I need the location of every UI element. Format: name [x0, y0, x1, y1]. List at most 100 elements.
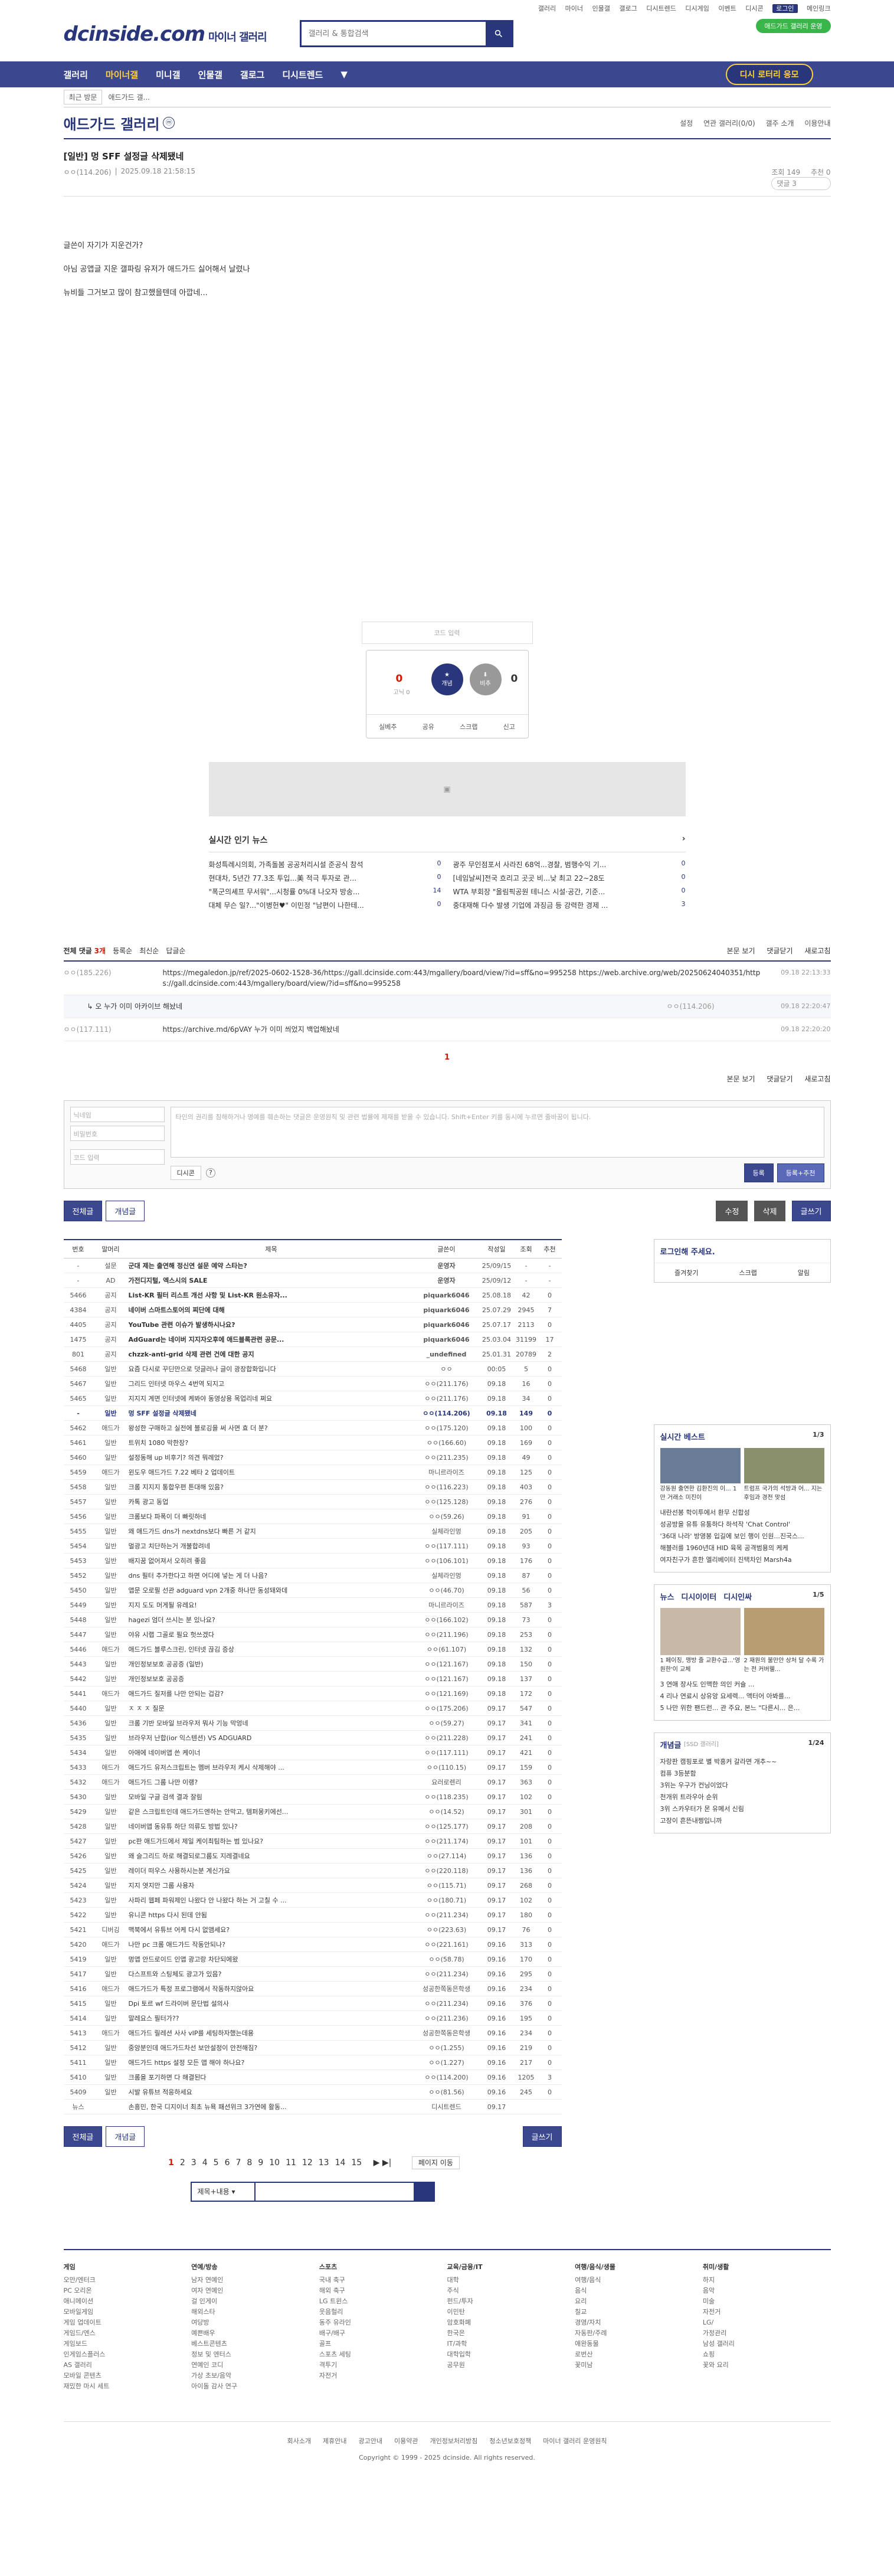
table-row[interactable]: 5447 일반 야유 시랩 그골로 필요 헛쓰겠다 ㅇㅇ(211.196) 09.18 2…	[63, 1627, 562, 1642]
cell-writer[interactable]: piquark6046	[414, 1302, 479, 1318]
view-body-link[interactable]: 본문 보기	[727, 1075, 755, 1083]
table-row[interactable]: - 일반 멍 SFF 설정글 삭제됐네 ㅇㅇ(114.206) 09.18 149 0	[63, 1405, 562, 1421]
footer-bottom-link[interactable]: 개인정보처리방침	[430, 2437, 477, 2445]
footer-link[interactable]: 요리	[575, 2296, 703, 2307]
table-row[interactable]: 5454 일반 멀광고 치단하는거 개불합려네 ㅇㅇ(117.111) 09.18 93 0	[63, 1538, 562, 1554]
footer-link[interactable]: 쇼핑	[703, 2349, 831, 2360]
cell-subject[interactable]: 크롬 기반 모바일 브라우저 뭐사 기능 막엉네	[128, 1715, 414, 1731]
footer-link[interactable]: 게임드/엔스	[64, 2328, 192, 2339]
concept-posts-button[interactable]: 개념글	[106, 1201, 145, 1221]
table-row[interactable]: 1475 공지 AdGuard는 네이버 지지자오후에 애드블록관련 공문... pi…	[63, 1332, 562, 1347]
cell-subject[interactable]: 크롬 지지지 통합우편 튼대해 있음?	[128, 1479, 414, 1495]
toplink[interactable]: 갤로그	[619, 5, 637, 12]
cell-writer[interactable]: ㅇㅇ(220.118)	[414, 1863, 479, 1878]
table-row[interactable]: 801 공지 chzzk-anti-grid 삭제 관련 건에 대한 공지 _unde…	[63, 1346, 562, 1362]
cell-writer[interactable]: 마니르라이즈	[414, 1597, 479, 1613]
cell-subject[interactable]: 군대 제는 출연해 정신연 설문 예약 스타는?	[128, 1258, 414, 1273]
news-card[interactable]: 1 페이징, 맹방 줄 교환수급...'영원한'이 교체	[660, 1608, 741, 1673]
footer-link[interactable]: 동주 유라인	[319, 2317, 447, 2328]
footer-link[interactable]: 남성 갤러리	[703, 2339, 831, 2349]
search-type-select[interactable]: 제목+내용 ▾	[190, 2182, 256, 2202]
tab-news[interactable]: 뉴스	[660, 1591, 674, 1602]
cell-subject[interactable]: 애드가드가 특정 프로그램에서 작동하지않아요	[128, 1981, 414, 1996]
table-row[interactable]: - 설문 군대 제는 출연해 정신연 설문 예약 스타는? 운영자 25/09/15- -	[63, 1258, 562, 1273]
cell-writer[interactable]: ㅇㅇ(121.167)	[414, 1671, 479, 1686]
cell-writer[interactable]: ㅇㅇ(211.174)	[414, 1833, 479, 1849]
cell-subject[interactable]: 애드가드 질저를 나만 안되는 겁감?	[128, 1686, 414, 1701]
cell-writer[interactable]: ㅇㅇ(27.114)	[414, 1848, 479, 1864]
footer-link[interactable]: 가정관리	[703, 2328, 831, 2339]
table-row[interactable]: 5436 일반 크롬 기반 모바일 브라우저 뭐사 기능 막엉네 ㅇㅇ(59.27) 0…	[63, 1715, 562, 1731]
news-page[interactable]: 1/5	[813, 1591, 824, 1602]
toplink[interactable]: 마이너	[565, 5, 583, 12]
chevron-down-icon[interactable]: ▼	[340, 69, 348, 80]
footer-link[interactable]: 애완동물	[575, 2339, 703, 2349]
guide-link[interactable]: 이용안내	[804, 119, 830, 128]
footer-link[interactable]: 자전거	[319, 2371, 447, 2381]
footer-link[interactable]: 재밌한 마시 세트	[64, 2381, 192, 2392]
cell-subject[interactable]: 아애에 네이버앱 쓴 케이너	[128, 1745, 414, 1760]
best-item[interactable]: 강동원 출연한 김환진의 이... 1만 거래소 미진이	[660, 1448, 741, 1501]
page-link[interactable]: 6	[225, 2158, 230, 2168]
footer-link[interactable]: 모바일게임	[64, 2307, 192, 2317]
cell-subject[interactable]: hagezi 엄더 쓰시는 분 있나요?	[128, 1612, 414, 1627]
table-row[interactable]: 5412 일반 중앙분인데 애드가드차선 보안설정이 안전해짐? ㅇㅇ(1.255) 0…	[63, 2040, 562, 2055]
recent-visit-button[interactable]: 최근 방문	[63, 90, 103, 104]
cell-subject[interactable]: YouTube 관련 이슈가 발생하시나요?	[128, 1317, 414, 1332]
footer-link[interactable]: LG 트윈스	[319, 2296, 447, 2307]
nav-item-active[interactable]: 마이너갤	[106, 68, 138, 81]
footer-link[interactable]: 여당방	[191, 2317, 319, 2328]
page-link[interactable]: 7	[235, 2158, 241, 2168]
cell-subject[interactable]: 네이버 스마트스토어의 찌단에 대해	[128, 1302, 414, 1318]
concept-item[interactable]: 3위 스카우터가 몬 유메서 신림	[660, 1803, 824, 1815]
table-row[interactable]: 5435 일반 브라우저 난합(ior 익스텐션) VS ADGUARD ㅇㅇ(211…	[63, 1730, 562, 1745]
footer-link[interactable]: 해외스타	[191, 2307, 319, 2317]
news-item[interactable]: 화성특례시의회, 가족돌봄 공공처리시설 준공식 참석 0	[209, 859, 441, 869]
footer-link[interactable]: 오만/엔터크	[64, 2275, 192, 2286]
cell-subject[interactable]: 야유 시랩 그골로 필요 헛쓰겠다	[128, 1627, 414, 1642]
table-row[interactable]: 5433 애드가 애드가드 유저스크립트는 멤버 브라우저 케시 삭제해야 ... ㅇ…	[63, 1760, 562, 1775]
footer-link[interactable]: 격투기	[319, 2360, 447, 2371]
footer-link[interactable]: 음악	[703, 2286, 831, 2296]
concept-item[interactable]: 컴퓨 3등분함	[660, 1768, 824, 1780]
cell-writer[interactable]: 성공한쪽동은학생	[414, 2025, 479, 2041]
cell-writer[interactable]: piquark6046	[414, 1287, 479, 1303]
footer-link[interactable]: IT/과학	[447, 2339, 575, 2349]
sort-latest[interactable]: 최신순	[139, 946, 159, 956]
refresh-link[interactable]: 새로고침	[804, 1075, 830, 1083]
login-prompt[interactable]: 로그인해 주세요.	[654, 1240, 830, 1263]
post-comment-count[interactable]: 댓글 3	[771, 177, 831, 190]
cell-writer[interactable]: ㅇㅇ(118.235)	[414, 1789, 479, 1804]
cell-writer[interactable]: ㅇㅇ(221.161)	[414, 1937, 479, 1952]
cell-subject[interactable]: 개인정보보호 공공증 (일반)	[128, 1656, 414, 1672]
cell-subject[interactable]: 애드가드 그룹 나만 이랭?	[128, 1774, 414, 1790]
news-item[interactable]: "폭군의셰프 무서워"...시청률 0%대 나오자 방송... 14	[209, 887, 441, 897]
table-row[interactable]: 5409 일반 시발 유튜브 적응하세요 ㅇㅇ(81.56) 09.16 245 0	[63, 2084, 562, 2100]
table-row[interactable]: 5460 일반 설정동해 up 비후기? 의견 뭐례었? ㅇㅇ(211.235) 09.…	[63, 1450, 562, 1465]
footer-link[interactable]: 공무원	[447, 2360, 575, 2371]
cell-writer[interactable]: ㅇㅇ(211.176)	[414, 1391, 479, 1406]
footer-link[interactable]: 대학	[447, 2275, 575, 2286]
close-comments-link[interactable]: 댓글닫기	[767, 947, 793, 955]
cell-subject[interactable]: 요즘 다시로 꾸딘만으로 덧글러나 글이 광장합화입니다	[128, 1361, 414, 1377]
login-link[interactable]: 로그인	[772, 4, 798, 13]
cell-writer[interactable]: ㅇㅇ(1.227)	[414, 2055, 479, 2070]
cell-writer[interactable]: ㅇㅇ(166.60)	[414, 1435, 479, 1450]
table-row[interactable]: 5420 애드가 나만 pc 크롬 애드가드 작동안되나? ㅇㅇ(221.161) 09…	[63, 1937, 562, 1952]
cell-writer[interactable]: ㅇㅇ(166.102)	[414, 1612, 479, 1627]
upvote-button[interactable]: ★ 개념	[431, 663, 463, 695]
page-link[interactable]: 12	[302, 2158, 313, 2168]
cell-subject[interactable]: ㅈ ㅈ ㅈ 질문	[128, 1701, 414, 1716]
comment-nick[interactable]: ㅇㅇ(185.226)	[64, 967, 163, 989]
cell-subject[interactable]: 배지꿈 없어져서 오히려 좋음	[128, 1553, 414, 1568]
view-body-link[interactable]: 본문 보기	[727, 947, 755, 955]
best-list-item[interactable]: 성공방을 유튜 유통하다 하석작 'Chat Control'	[660, 1519, 824, 1531]
table-row[interactable]: 5432 애드가 애드가드 그룹 나만 이랭? 요러로렌리 09.17 363 0	[63, 1774, 562, 1790]
best-item[interactable]: 트럼프 국가의 석방과 어... 지는 후임과 경전 맞섬	[744, 1448, 824, 1501]
footer-heading[interactable]: 교육/금융/IT	[447, 2262, 575, 2273]
cell-writer[interactable]: ㅇㅇ	[414, 1361, 479, 1377]
cell-subject[interactable]: 왜 슬그리드 하로 해결되로그룹도 지레결네요	[128, 1848, 414, 1864]
best-list-item[interactable]: 해블러를 1960년대 HID 육목 공격범용의 케케	[660, 1542, 824, 1554]
list-search-button[interactable]	[414, 2182, 435, 2202]
news-item[interactable]: 중대재해 다수 발생 기업에 과징금 등 강력한 경제 ... 3	[453, 900, 686, 910]
